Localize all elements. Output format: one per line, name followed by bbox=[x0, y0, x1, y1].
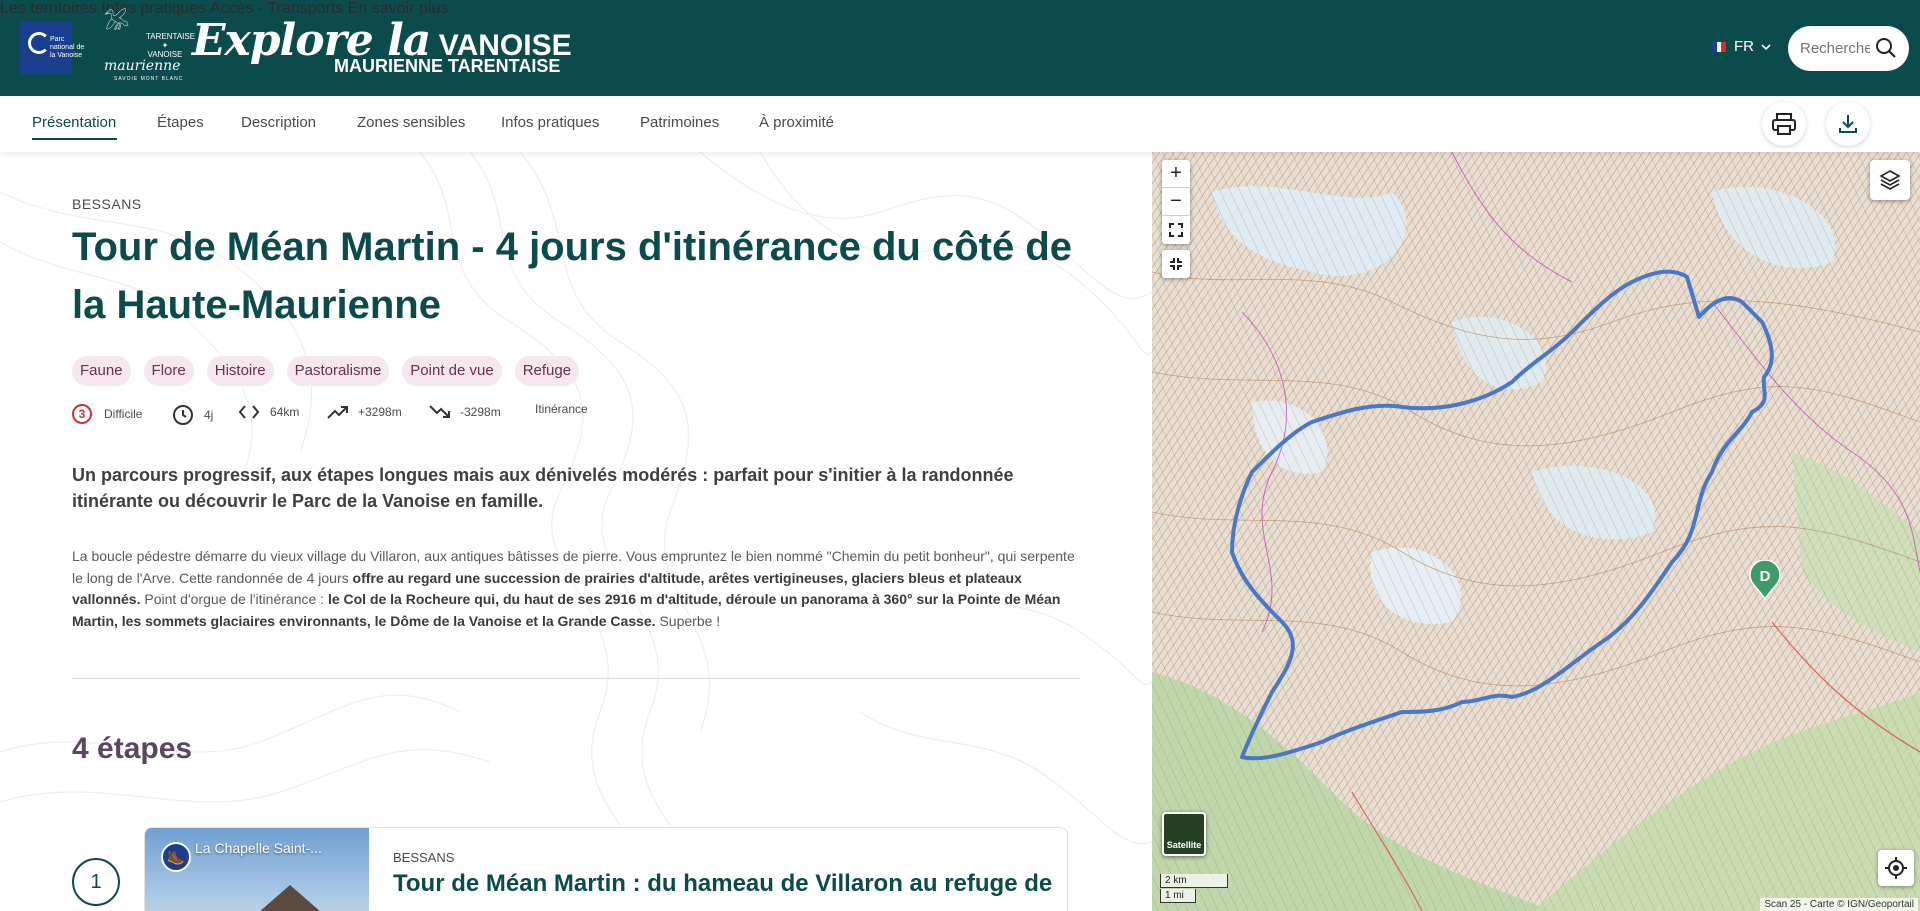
scale-km: 2 km bbox=[1160, 874, 1228, 888]
partner-logos: 𓅮 TARENTAISE ✦ VANOISE maurienne SAVOIE … bbox=[104, 12, 195, 82]
practice-value: Itinérance bbox=[535, 402, 588, 416]
fullscreen-button[interactable] bbox=[1162, 250, 1190, 278]
distance-value: 64km bbox=[270, 405, 300, 419]
maurienne-logo-text: maurienne bbox=[104, 58, 181, 74]
layers-icon bbox=[1879, 170, 1901, 190]
tag-pastoralisme: Pastoralisme bbox=[286, 356, 390, 386]
ascent-value: +3298m bbox=[358, 405, 402, 419]
tab-presentation[interactable]: Présentation bbox=[32, 114, 116, 131]
crosshair-icon bbox=[1885, 857, 1907, 879]
stages-heading: 4 étapes bbox=[72, 732, 193, 765]
difficulty-level-badge: 3 bbox=[72, 404, 92, 424]
stage-location: BESSANS bbox=[393, 850, 455, 865]
trek-content: BESSANS Tour de Méan Martin - 4 jours d'… bbox=[0, 152, 1152, 911]
trek-description: La boucle pédestre démarre du vieux vill… bbox=[72, 546, 1082, 632]
trek-lead: Un parcours progressif, aux étapes longu… bbox=[72, 465, 1014, 511]
download-button[interactable] bbox=[1826, 102, 1870, 146]
fit-extent-icon bbox=[1169, 223, 1183, 237]
distance-icon bbox=[238, 405, 260, 419]
tab-a-proximite[interactable]: À proximité bbox=[759, 114, 834, 131]
chevron-down-icon bbox=[1761, 43, 1771, 50]
stat-distance: 64km bbox=[238, 404, 299, 420]
trek-stats: 3 Difficile 4j 64km +3298m -3298m Itinér… bbox=[72, 402, 772, 428]
start-marker-label: D bbox=[1760, 568, 1771, 585]
map-scale: 2 km 1 mi bbox=[1160, 874, 1228, 904]
park-logo[interactable]: Parc national de la Vanoise bbox=[20, 22, 84, 74]
download-icon bbox=[1839, 115, 1857, 133]
language-label: FR bbox=[1734, 38, 1754, 55]
stat-descent: -3298m bbox=[428, 404, 501, 420]
topo-map-tiles bbox=[1152, 152, 1920, 911]
start-marker[interactable]: D bbox=[1748, 560, 1782, 600]
search-box[interactable] bbox=[1788, 26, 1909, 71]
zoom-in-button[interactable]: + bbox=[1162, 160, 1190, 188]
tab-patrimoines[interactable]: Patrimoines bbox=[640, 114, 719, 131]
locate-me-button[interactable] bbox=[1878, 850, 1914, 886]
tab-description[interactable]: Description bbox=[241, 114, 316, 131]
tab-etapes[interactable]: Étapes bbox=[157, 114, 204, 131]
french-flag-icon bbox=[1712, 41, 1727, 52]
chapel-roof-shape bbox=[235, 885, 345, 911]
theme-tags: Faune Flore Histoire Pastoralisme Point … bbox=[72, 356, 592, 386]
top-header: Parc national de la Vanoise 𓅮 TARENTAISE… bbox=[0, 0, 1920, 96]
fit-bounds-button[interactable] bbox=[1162, 216, 1190, 244]
tab-zones-sensibles[interactable]: Zones sensibles bbox=[357, 114, 465, 131]
brand-sub: MAURIENNE TARENTAISE bbox=[334, 56, 561, 76]
layers-button[interactable] bbox=[1870, 160, 1910, 200]
bird-icon: 𓅮 bbox=[104, 12, 130, 34]
stage-number: 1 bbox=[72, 858, 120, 906]
tag-histoire: Histoire bbox=[206, 356, 274, 386]
search-input[interactable] bbox=[1800, 40, 1870, 57]
print-button[interactable] bbox=[1762, 102, 1806, 146]
hiker-icon: 🥾 bbox=[161, 842, 191, 872]
descent-icon bbox=[429, 405, 450, 418]
map-attribution: Scan 25 - Carte © IGN/Geoportail bbox=[1760, 898, 1918, 911]
language-selector[interactable]: FR bbox=[1712, 38, 1772, 55]
stat-difficulty: 3 Difficile bbox=[72, 404, 142, 424]
search-icon[interactable] bbox=[1875, 37, 1897, 59]
duration-value: 4j bbox=[204, 408, 214, 422]
park-logo-text: Parc national de la Vanoise bbox=[50, 36, 85, 59]
park-logo-swirl-icon bbox=[28, 32, 50, 54]
fullscreen-control bbox=[1162, 250, 1190, 278]
stage-photo-caption: La Chapelle Saint-... bbox=[195, 840, 322, 856]
stat-practice: Itinérance bbox=[535, 402, 588, 416]
stat-duration: 4j bbox=[172, 404, 213, 426]
tag-flore: Flore bbox=[143, 356, 194, 386]
tag-refuge: Refuge bbox=[514, 356, 580, 386]
stage-title[interactable]: Tour de Méan Martin : du hameau de Villa… bbox=[393, 870, 1052, 898]
trek-location: BESSANS bbox=[72, 196, 142, 212]
section-tabs: Présentation Étapes Description Zones se… bbox=[0, 96, 1920, 152]
zoom-controls: + − bbox=[1162, 160, 1190, 244]
difficulty-label: Difficile bbox=[104, 407, 143, 421]
active-tab-underline bbox=[32, 138, 117, 140]
satellite-toggle[interactable]: Satellite bbox=[1162, 812, 1206, 856]
trek-title: Tour de Méan Martin - 4 jours d'itinéran… bbox=[72, 225, 1073, 327]
tab-infos-pratiques[interactable]: Infos pratiques bbox=[501, 114, 599, 131]
maurienne-logo-sub: SAVOIE MONT BLANC bbox=[114, 76, 184, 82]
stage-photo: 🥾 La Chapelle Saint-... bbox=[145, 828, 369, 911]
desc-text-3: Superbe ! bbox=[655, 612, 721, 629]
site-brand[interactable]: Explore la VANOISE MAURIENNE TARENTAISE bbox=[192, 18, 572, 77]
clock-icon bbox=[173, 405, 193, 425]
zoom-out-button[interactable]: − bbox=[1162, 188, 1190, 216]
scale-mi: 1 mi bbox=[1160, 889, 1196, 903]
tag-faune: Faune bbox=[72, 356, 131, 386]
satellite-label: Satellite bbox=[1166, 840, 1202, 850]
trek-map[interactable]: + − D Satellite 2 km 1 mi Scan 25 - Cart… bbox=[1152, 152, 1920, 911]
collapse-icon bbox=[1170, 258, 1182, 270]
nav-les-territoires[interactable]: Les territoires bbox=[0, 0, 97, 17]
descent-value: -3298m bbox=[460, 405, 501, 419]
stat-ascent: +3298m bbox=[326, 404, 402, 420]
printer-icon bbox=[1772, 113, 1796, 135]
section-divider bbox=[72, 678, 1080, 679]
tag-point-de-vue: Point de vue bbox=[402, 356, 502, 386]
desc-text-2: Point d'orgue de l'itinérance : bbox=[140, 591, 328, 607]
tarentaise-logo-text: TARENTAISE ✦ VANOISE bbox=[146, 32, 196, 59]
stage-card[interactable]: 🥾 La Chapelle Saint-... BESSANS Tour de … bbox=[144, 827, 1068, 911]
ascent-icon bbox=[327, 406, 348, 419]
